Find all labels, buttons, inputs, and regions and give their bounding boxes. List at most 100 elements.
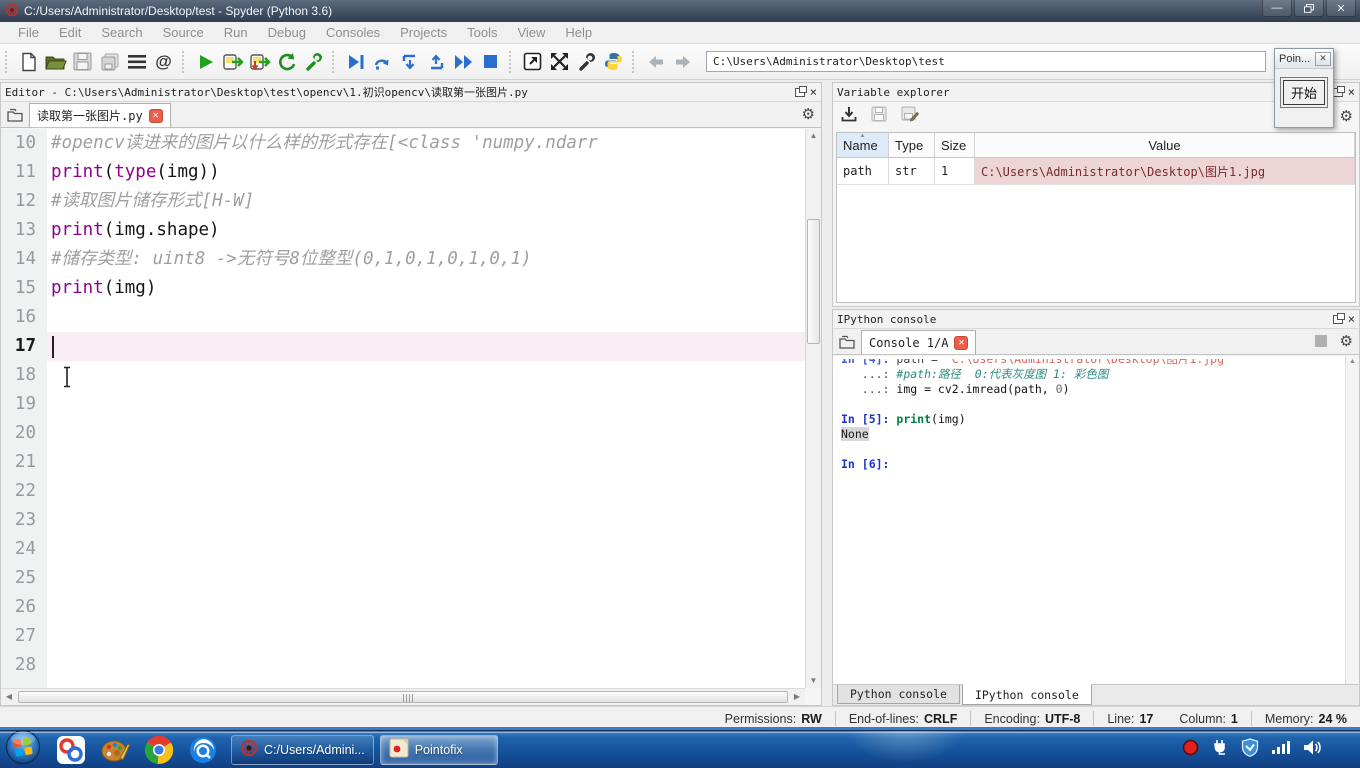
scroll-right-icon[interactable]: ▶ bbox=[790, 690, 804, 704]
import-data-icon[interactable] bbox=[841, 106, 857, 127]
menu-search[interactable]: Search bbox=[91, 25, 152, 40]
console-output[interactable]: In [4]: path = "C:\Users\Administrator\D… bbox=[833, 356, 1359, 684]
save-file-icon[interactable] bbox=[69, 48, 96, 75]
bottom-tab-python-console[interactable]: Python console bbox=[837, 685, 960, 704]
step-over-icon[interactable] bbox=[369, 48, 396, 75]
pointofix-start-button[interactable]: 开始 bbox=[1280, 77, 1328, 108]
scroll-down-icon[interactable]: ▼ bbox=[806, 674, 821, 688]
undock-icon[interactable] bbox=[1333, 315, 1343, 324]
code-line-19[interactable] bbox=[47, 390, 805, 419]
debug-file-icon[interactable] bbox=[342, 48, 369, 75]
paint-icon[interactable] bbox=[93, 734, 137, 766]
record-dot-icon[interactable] bbox=[1182, 739, 1199, 761]
code-line-18[interactable] bbox=[47, 361, 805, 390]
menu-tools[interactable]: Tools bbox=[457, 25, 507, 40]
code-line-17[interactable] bbox=[47, 332, 805, 361]
editor-header[interactable]: Editor - C:\Users\Administrator\Desktop\… bbox=[1, 83, 821, 102]
tab-close-icon[interactable]: ✕ bbox=[954, 336, 968, 350]
browse-tabs-icon[interactable] bbox=[837, 332, 857, 352]
continue-execution-icon[interactable] bbox=[450, 48, 477, 75]
code-line-27[interactable] bbox=[47, 622, 805, 651]
interrupt-kernel-icon[interactable] bbox=[1315, 335, 1327, 347]
menu-run[interactable]: Run bbox=[214, 25, 258, 40]
menu-edit[interactable]: Edit bbox=[49, 25, 91, 40]
fullscreen-icon[interactable] bbox=[546, 48, 573, 75]
code-line-28[interactable] bbox=[47, 651, 805, 680]
maximize-pane-icon[interactable] bbox=[519, 48, 546, 75]
scroll-up-icon[interactable]: ▲ bbox=[1349, 358, 1356, 365]
pointofix-close-icon[interactable]: ✕ bbox=[1315, 52, 1331, 66]
menu-view[interactable]: View bbox=[507, 25, 555, 40]
code-line-25[interactable] bbox=[47, 564, 805, 593]
volume-icon[interactable] bbox=[1303, 739, 1322, 761]
table-cell[interactable]: str bbox=[889, 158, 935, 184]
tools-icon[interactable] bbox=[573, 48, 600, 75]
code-line-15[interactable]: print(img) bbox=[47, 274, 805, 303]
code-content[interactable]: #opencv读进来的图片以什么样的形式存在[<class 'numpy.nda… bbox=[47, 129, 805, 688]
code-line-21[interactable] bbox=[47, 448, 805, 477]
editor-horizontal-scrollbar[interactable]: ◀ ▶ bbox=[1, 688, 805, 705]
network-signal-icon[interactable] bbox=[1271, 739, 1291, 760]
taskbar-button-pointofix[interactable]: Pointofix bbox=[380, 735, 498, 765]
code-line-22[interactable] bbox=[47, 477, 805, 506]
code-line-23[interactable] bbox=[47, 506, 805, 535]
column-header-name[interactable]: ▲Name bbox=[837, 133, 889, 157]
close-button[interactable]: ✕ bbox=[1326, 0, 1356, 17]
title-bar[interactable]: C:/Users/Administrator/Desktop/test - Sp… bbox=[0, 0, 1360, 22]
variable-explorer-options-icon[interactable]: ⚙ bbox=[1340, 109, 1353, 124]
code-line-14[interactable]: #储存类型: uint8 ->无符号8位整型(0,1,0,1,0,1,0,1) bbox=[47, 245, 805, 274]
table-cell[interactable]: path bbox=[837, 158, 889, 184]
table-row[interactable]: pathstr1C:\Users\Administrator\Desktop\图… bbox=[837, 158, 1355, 185]
taskbar-button-spyder[interactable]: C:/Users/Admini... bbox=[231, 735, 374, 765]
scroll-up-icon[interactable]: ▲ bbox=[806, 129, 821, 143]
menu-consoles[interactable]: Consoles bbox=[316, 25, 390, 40]
shield-icon[interactable] bbox=[1241, 738, 1259, 762]
code-line-10[interactable]: #opencv读进来的图片以什么样的形式存在[<class 'numpy.nda… bbox=[47, 129, 805, 158]
rerun-cell-icon[interactable] bbox=[273, 48, 300, 75]
step-return-icon[interactable] bbox=[423, 48, 450, 75]
menu-projects[interactable]: Projects bbox=[390, 25, 457, 40]
variable-table-header[interactable]: ▲NameTypeSizeValue bbox=[837, 133, 1355, 158]
code-line-26[interactable] bbox=[47, 593, 805, 622]
console-options-icon[interactable]: ⚙ bbox=[1340, 334, 1353, 349]
close-pane-icon[interactable]: × bbox=[1348, 313, 1355, 325]
back-icon[interactable] bbox=[642, 48, 669, 75]
menu-source[interactable]: Source bbox=[153, 25, 214, 40]
save-data-icon[interactable] bbox=[871, 106, 887, 127]
bottom-tab-ipython-console[interactable]: IPython console bbox=[962, 684, 1092, 705]
editor-options-icon[interactable]: ⚙ bbox=[802, 107, 815, 122]
ipython-console-header[interactable]: IPython console × bbox=[833, 310, 1359, 329]
sunlogin-icon[interactable] bbox=[49, 734, 93, 766]
file-switcher-icon[interactable] bbox=[123, 48, 150, 75]
console-scrollbar[interactable]: ▲ bbox=[1345, 356, 1359, 684]
code-line-11[interactable]: print(type(img)) bbox=[47, 158, 805, 187]
close-pane-icon[interactable]: × bbox=[1348, 86, 1355, 98]
symbol-finder-icon[interactable]: @ bbox=[150, 48, 177, 75]
run-cell-icon[interactable] bbox=[219, 48, 246, 75]
qbrowser-icon[interactable] bbox=[181, 734, 225, 766]
table-cell[interactable]: C:\Users\Administrator\Desktop\图片1.jpg bbox=[975, 158, 1355, 184]
menu-debug[interactable]: Debug bbox=[258, 25, 316, 40]
scrollbar-thumb[interactable] bbox=[807, 219, 820, 344]
configure-icon[interactable] bbox=[300, 48, 327, 75]
open-file-icon[interactable] bbox=[42, 48, 69, 75]
start-button[interactable] bbox=[5, 729, 41, 768]
scrollbar-thumb[interactable] bbox=[18, 691, 788, 703]
close-pane-icon[interactable]: × bbox=[810, 86, 817, 98]
chrome-icon[interactable] bbox=[137, 734, 181, 766]
editor-file-tab[interactable]: 读取第一张图片.py ✕ bbox=[29, 103, 171, 127]
code-area[interactable]: 10111213141516171819202122232425262728 #… bbox=[1, 129, 805, 688]
restore-button[interactable] bbox=[1294, 0, 1324, 17]
code-line-20[interactable] bbox=[47, 419, 805, 448]
code-line-12[interactable]: #读取图片储存形式[H-W] bbox=[47, 187, 805, 216]
menu-help[interactable]: Help bbox=[555, 25, 602, 40]
run-cell-advance-icon[interactable] bbox=[246, 48, 273, 75]
scroll-left-icon[interactable]: ◀ bbox=[2, 690, 16, 704]
pointofix-titlebar[interactable]: Poin... ✕ bbox=[1275, 49, 1333, 69]
stop-debugging-icon[interactable] bbox=[477, 48, 504, 75]
editor-vertical-scrollbar[interactable]: ▲ ▼ bbox=[805, 129, 821, 688]
menu-file[interactable]: File bbox=[8, 25, 49, 40]
table-cell[interactable]: 1 bbox=[935, 158, 975, 184]
step-into-icon[interactable] bbox=[396, 48, 423, 75]
code-line-16[interactable] bbox=[47, 303, 805, 332]
